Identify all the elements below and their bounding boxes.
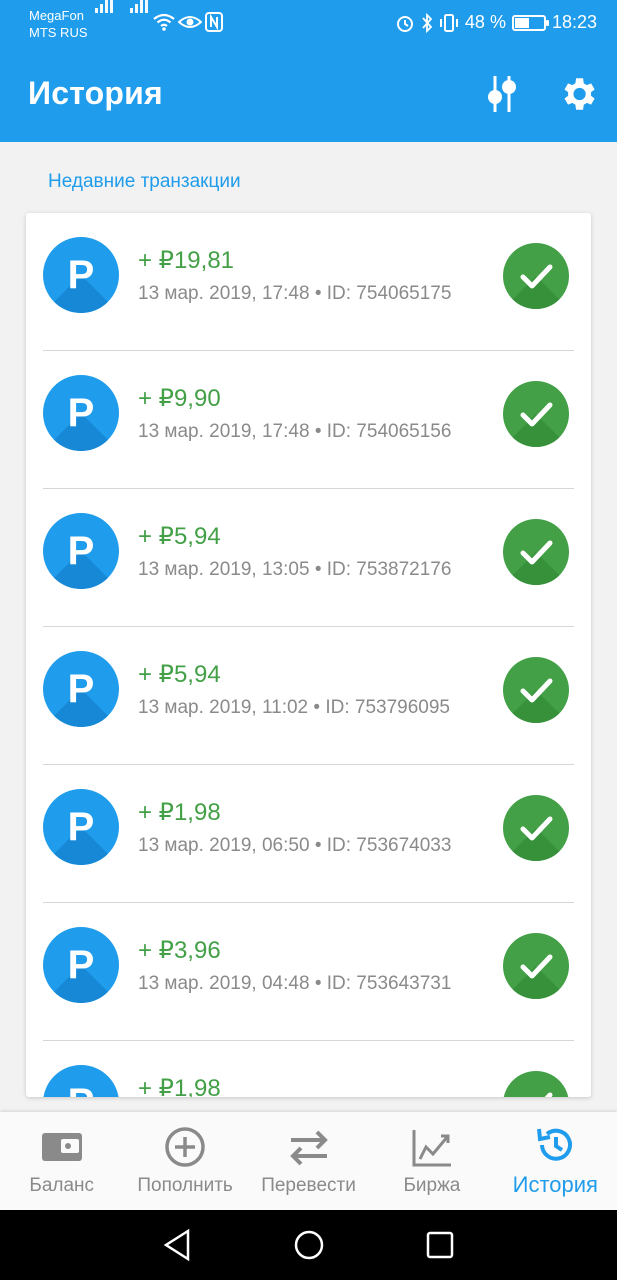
transaction-meta: 13 мар. 2019, 04:48 • ID: 753643731: [138, 973, 452, 994]
system-nav-bar: [0, 1210, 617, 1280]
payment-system-icon: P: [43, 651, 119, 727]
wifi-icon: [153, 13, 175, 31]
transaction-row[interactable]: P + ₽5,94 13 мар. 2019, 13:05 • ID: 753872…: [26, 489, 591, 627]
nav-exchange-label: Биржа: [403, 1175, 461, 1196]
transaction-meta: 13 мар. 2019, 17:48 • ID: 754065175: [138, 283, 452, 304]
vibrate-icon: [439, 13, 458, 32]
payment-system-letter: P: [43, 1065, 119, 1098]
clock: 18:23: [551, 12, 597, 32]
settings-button[interactable]: [554, 70, 602, 118]
carrier-1: MegaFon: [29, 8, 84, 23]
transaction-amount: + ₽5,94: [138, 523, 221, 550]
payment-system-letter: P: [67, 942, 95, 987]
history-icon: [537, 1128, 573, 1161]
plus-circle-icon: [165, 1127, 205, 1167]
transaction-row[interactable]: P + ₽1,98: [26, 1041, 591, 1097]
filter-sliders-icon: [488, 76, 516, 112]
nav-balance-label: Баланс: [29, 1175, 95, 1196]
nav-topup-label: Пополнить: [137, 1175, 233, 1196]
check-icon: [503, 381, 569, 447]
bluetooth-icon: [422, 12, 433, 33]
app-bar: История: [0, 48, 617, 142]
transaction-meta: 13 мар. 2019, 13:05 • ID: 753872176: [138, 559, 452, 580]
transaction-amount: + ₽19,81: [138, 247, 235, 274]
transaction-row[interactable]: P + ₽5,94 13 мар. 2019, 11:02 • ID: 753796…: [26, 627, 591, 765]
nav-transfer[interactable]: Перевести: [247, 1112, 370, 1210]
check-icon: [503, 519, 569, 585]
transactions-card: P + ₽19,81 13 мар. 2019, 17:48 • ID: 75406…: [26, 213, 591, 1097]
check-icon: [503, 795, 569, 861]
home-icon[interactable]: [291, 1227, 327, 1263]
battery-percent: 48 %: [464, 12, 506, 32]
nav-transfer-label: Перевести: [261, 1175, 356, 1196]
payment-system-icon: P: [43, 789, 119, 865]
payment-system-letter: P: [67, 804, 95, 849]
payment-system-letter: P: [67, 390, 95, 435]
transaction-amount: + ₽9,90: [138, 385, 221, 412]
transaction-row[interactable]: P + ₽19,81 13 мар. 2019, 17:48 • ID: 75406…: [26, 213, 591, 351]
back-icon[interactable]: [160, 1227, 194, 1263]
section-title: Недавние транзакции: [48, 171, 241, 192]
payment-system-icon: P: [43, 375, 119, 451]
transaction-row[interactable]: P + ₽9,90 13 мар. 2019, 17:48 • ID: 754065…: [26, 351, 591, 489]
nav-exchange[interactable]: Биржа: [370, 1112, 493, 1210]
check-icon: [503, 933, 569, 999]
payment-system-letter: P: [67, 666, 95, 711]
bottom-nav: Баланс Пополнить Перевести Биржа История: [0, 1112, 617, 1210]
recents-icon[interactable]: [424, 1227, 456, 1263]
payment-system-icon: P: [43, 927, 119, 1003]
transaction-meta: 13 мар. 2019, 17:48 • ID: 754065156: [138, 421, 452, 442]
payment-system-icon: P: [43, 1065, 119, 1097]
wallet-icon: [41, 1133, 82, 1161]
check-icon: [503, 657, 569, 723]
nav-history-label: История: [512, 1172, 598, 1197]
check-icon: [503, 1071, 569, 1097]
transfer-arrows-icon: [289, 1130, 328, 1166]
gear-icon: [564, 78, 595, 110]
transaction-amount: + ₽3,96: [138, 937, 221, 964]
payment-system-letter: P: [67, 252, 95, 297]
filter-button[interactable]: [478, 70, 526, 118]
alarm-icon: [396, 15, 413, 32]
payment-system-letter: P: [67, 528, 95, 573]
check-icon: [503, 243, 569, 309]
status-right: 48 % 18:23: [395, 12, 597, 33]
transaction-meta: 13 мар. 2019, 06:50 • ID: 753674033: [138, 835, 452, 856]
transaction-row[interactable]: P + ₽3,96 13 мар. 2019, 04:48 • ID: 753643…: [26, 903, 591, 1041]
payment-system-icon: P: [43, 237, 119, 313]
transaction-meta: 13 мар. 2019, 11:02 • ID: 753796095: [138, 697, 450, 718]
eye-icon: [178, 16, 202, 28]
nav-topup[interactable]: Пополнить: [123, 1112, 246, 1210]
transaction-amount: + ₽1,98: [138, 1075, 221, 1097]
nav-balance[interactable]: Баланс: [0, 1112, 123, 1210]
transaction-amount: + ₽5,94: [138, 661, 221, 688]
carrier-2: MTS RUS: [29, 25, 88, 40]
battery-icon: [511, 14, 549, 31]
nfc-icon: [205, 12, 223, 32]
status-bar: MegaFon MTS RUS 48 % 18:23: [0, 0, 617, 48]
carrier-info: MegaFon MTS RUS: [29, 7, 88, 41]
payment-system-icon: P: [43, 513, 119, 589]
page-title: История: [28, 75, 163, 111]
chart-icon: [412, 1130, 451, 1167]
nav-history[interactable]: История: [494, 1112, 617, 1210]
transaction-amount: + ₽1,98: [138, 799, 221, 826]
transaction-row[interactable]: P + ₽1,98 13 мар. 2019, 06:50 • ID: 753674…: [26, 765, 591, 903]
